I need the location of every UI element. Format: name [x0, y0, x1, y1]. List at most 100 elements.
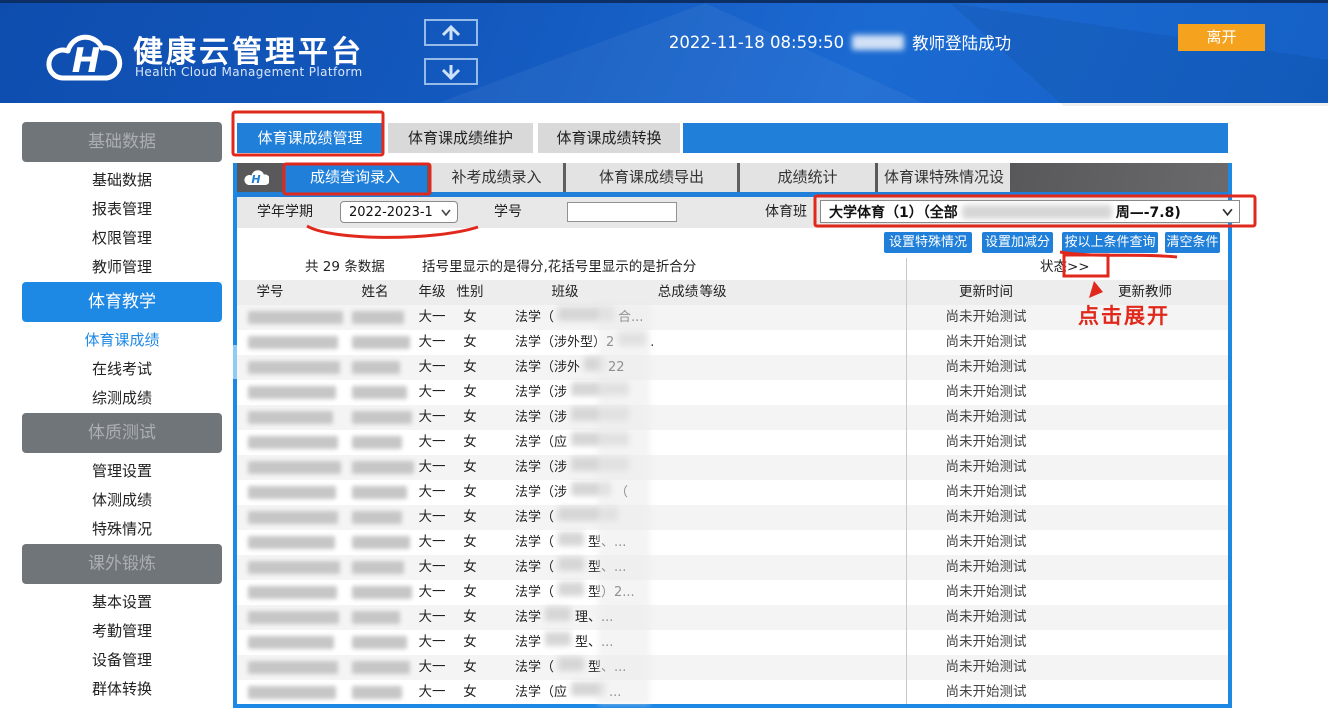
- sidebar-group-基础数据[interactable]: 基础数据: [22, 122, 222, 162]
- sidebar-item-群体转换[interactable]: 群体转换: [22, 675, 222, 704]
- table-row[interactable]: 大一 女 法学（型、... 尚未开始测试: [237, 655, 1228, 680]
- subtab-score-statistics[interactable]: 成绩统计: [740, 163, 875, 192]
- header-facet-decoration: [950, 3, 1328, 106]
- tab-score-conversion[interactable]: 体育课成绩转换: [538, 123, 680, 153]
- redacted-student-name: [352, 486, 407, 499]
- table-row[interactable]: 大一 女 法学（型、... 尚未开始测试: [237, 530, 1228, 555]
- sidebar-group-课外锻炼[interactable]: 课外锻炼: [22, 544, 222, 584]
- sidebar-item-权限管理[interactable]: 权限管理: [22, 224, 222, 253]
- table-row[interactable]: 大一 女 法学（应... 尚未开始测试: [237, 680, 1228, 705]
- status-cell: 尚未开始测试: [906, 655, 1066, 680]
- scroll-up-button[interactable]: [424, 19, 478, 46]
- redacted-student-name: [352, 686, 402, 699]
- subtab-special-case-settings[interactable]: 体育课特殊情况设置: [878, 163, 1010, 192]
- sidebar-item-体测成绩[interactable]: 体测成绩: [22, 486, 222, 515]
- gender-cell: 女: [445, 330, 495, 355]
- redacted-student-name: [352, 361, 400, 374]
- status-cell: 尚未开始测试: [906, 580, 1066, 605]
- sidebar-item-报表管理[interactable]: 报表管理: [22, 195, 222, 224]
- sidebar-item-体育课成绩[interactable]: 体育课成绩: [22, 326, 222, 355]
- cloud-logo-icon: H: [40, 20, 132, 90]
- app-subtitle: Health Cloud Management Platform: [135, 65, 363, 79]
- scroll-down-button[interactable]: [424, 58, 478, 85]
- table-row[interactable]: 大一 女 法学理、... 尚未开始测试: [237, 605, 1228, 630]
- panel-right-scrollbar[interactable]: [1228, 163, 1232, 708]
- class-select[interactable]: 大学体育（1）（全部 周—-7.8): [820, 200, 1240, 223]
- redacted-student-id: [248, 486, 336, 499]
- subtab-score-query-entry[interactable]: 成绩查询录入: [283, 163, 427, 192]
- column-header-name[interactable]: 姓名: [340, 280, 410, 305]
- tab-score-maintenance[interactable]: 体育课成绩维护: [388, 123, 533, 153]
- table-row[interactable]: 大一 女 法学（型、... 尚未开始测试: [237, 555, 1228, 580]
- set-special-case-button[interactable]: 设置特殊情况: [884, 232, 972, 253]
- redacted-student-id: [248, 536, 335, 549]
- table-row[interactable]: 大一 女 法学（涉外型）2. 尚未开始测试: [237, 330, 1228, 355]
- column-header-level[interactable]: 等级: [690, 280, 736, 305]
- column-header-gender[interactable]: 性别: [445, 280, 495, 305]
- gender-cell: 女: [445, 630, 495, 655]
- redacted-student-name: [352, 586, 412, 599]
- redacted-class-fragment: [558, 557, 584, 571]
- gender-cell: 女: [445, 430, 495, 455]
- table-row[interactable]: 大一 女 法学（涉外22 尚未开始测试: [237, 355, 1228, 380]
- redacted-student-name: [352, 336, 410, 349]
- term-select-value: 2022-2023-1: [349, 205, 433, 220]
- app-window: H 健康云管理平台 Health Cloud Management Platfo…: [0, 0, 1328, 709]
- sidebar-item-管理设置[interactable]: 管理设置: [22, 457, 222, 486]
- student-id-input[interactable]: [567, 202, 677, 222]
- table-row[interactable]: 大一 女 法学（应 尚未开始测试: [237, 430, 1228, 455]
- column-header-class[interactable]: 班级: [530, 280, 600, 305]
- table-row[interactable]: 大一 女 法学（涉 尚未开始测试: [237, 455, 1228, 480]
- chevron-down-icon: [1222, 208, 1233, 216]
- set-bonus-penalty-button[interactable]: 设置加减分: [982, 232, 1053, 253]
- sidebar-item-基本设置[interactable]: 基本设置: [22, 588, 222, 617]
- gender-cell: 女: [445, 455, 495, 480]
- term-select[interactable]: 2022-2023-1: [340, 201, 458, 223]
- table-row[interactable]: 大一 女 法学（型）2... 尚未开始测试: [237, 580, 1228, 605]
- app-header: H 健康云管理平台 Health Cloud Management Platfo…: [0, 0, 1328, 103]
- term-label: 学年学期: [250, 197, 320, 228]
- table-row[interactable]: 大一 女 法学（涉 尚未开始测试: [237, 405, 1228, 430]
- sidebar-item-考勤管理[interactable]: 考勤管理: [22, 617, 222, 646]
- table-row[interactable]: 大一 女 法学（ 尚未开始测试: [237, 505, 1228, 530]
- subtab-makeup-score-entry[interactable]: 补考成绩录入: [430, 163, 563, 192]
- gender-cell: 女: [445, 605, 495, 630]
- column-header-update-time[interactable]: 更新时间: [906, 280, 1066, 305]
- sidebar-item-在线考试[interactable]: 在线考试: [22, 355, 222, 384]
- gender-cell: 女: [445, 580, 495, 605]
- click-expand-annotation: 点击展开: [1078, 300, 1170, 330]
- table-row[interactable]: 大一 女 法学（涉 尚未开始测试: [237, 380, 1228, 405]
- redacted-student-id: [248, 386, 336, 399]
- gender-cell: 女: [445, 530, 495, 555]
- gender-cell: 女: [445, 505, 495, 530]
- status-cell: 尚未开始测试: [906, 680, 1066, 705]
- redacted-student-name: [352, 386, 407, 399]
- table-row[interactable]: 大一 女 法学型、... 尚未开始测试: [237, 630, 1228, 655]
- student-id-label: 学号: [486, 197, 530, 228]
- sidebar-group-体质测试[interactable]: 体质测试: [22, 413, 222, 453]
- query-by-conditions-button[interactable]: 按以上条件查询: [1062, 232, 1158, 253]
- leave-button[interactable]: 离开: [1178, 24, 1265, 51]
- status-expand-toggle[interactable]: 状态>>: [1040, 255, 1090, 280]
- status-cell: 尚未开始测试: [906, 405, 1066, 430]
- gender-cell: 女: [445, 655, 495, 680]
- redacted-student-id: [248, 361, 340, 374]
- subtab-score-export[interactable]: 体育课成绩导出: [566, 163, 737, 192]
- svg-text:H: H: [72, 41, 100, 81]
- column-header-student-id[interactable]: 学号: [235, 280, 305, 305]
- sidebar-item-综测成绩[interactable]: 综测成绩: [22, 384, 222, 413]
- sidebar-item-基础数据[interactable]: 基础数据: [22, 166, 222, 195]
- redacted-student-id: [248, 611, 339, 624]
- sidebar-item-教师管理[interactable]: 教师管理: [22, 253, 222, 282]
- status-cell: 尚未开始测试: [906, 455, 1066, 480]
- status-cell: 尚未开始测试: [906, 305, 1066, 330]
- redacted-class-fragment: [558, 532, 584, 546]
- tab-score-management[interactable]: 体育课成绩管理: [237, 123, 383, 153]
- sidebar-item-设备管理[interactable]: 设备管理: [22, 646, 222, 675]
- redacted-student-name: [352, 461, 414, 474]
- clear-conditions-button[interactable]: 清空条件: [1165, 232, 1220, 253]
- sidebar-group-体育教学[interactable]: 体育教学: [22, 282, 222, 322]
- table-row[interactable]: 大一 女 法学（涉（ 尚未开始测试: [237, 480, 1228, 505]
- status-cell: 尚未开始测试: [906, 605, 1066, 630]
- sidebar-item-特殊情况[interactable]: 特殊情况: [22, 515, 222, 544]
